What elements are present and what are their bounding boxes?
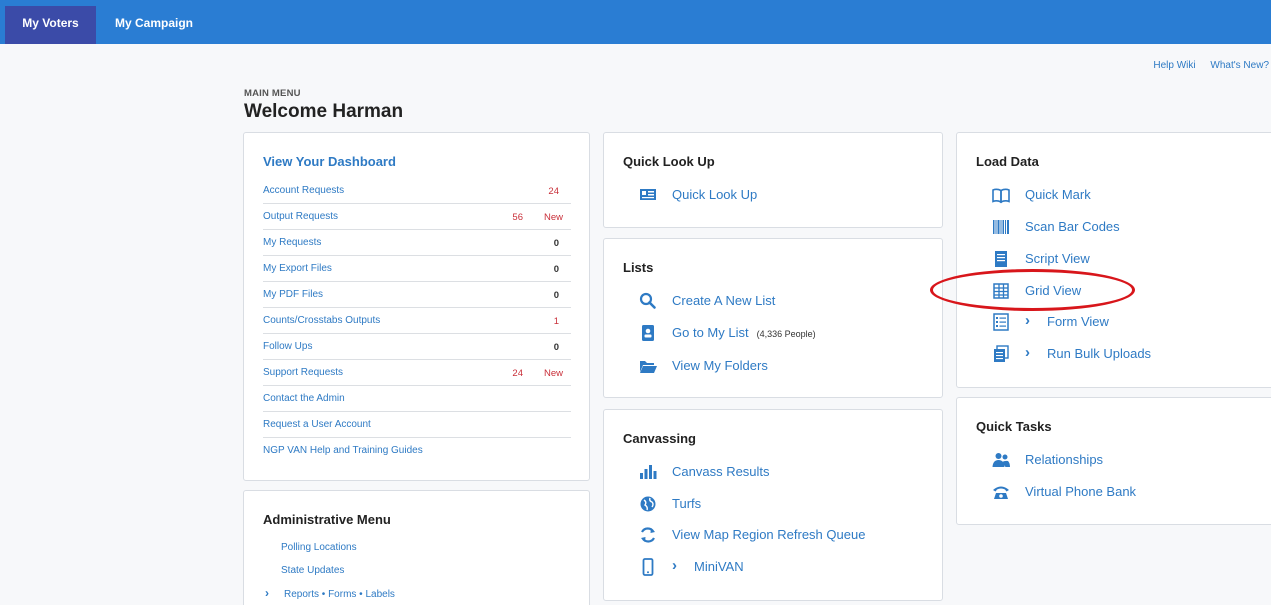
tab-my-campaign[interactable]: My Campaign [115,6,193,44]
barcode-icon [993,220,1009,234]
telephone-icon [993,486,1009,499]
dashboard-row[interactable]: NGP VAN Help and Training Guides [263,438,571,464]
form-list-icon [993,313,1009,331]
section-label: MAIN MENU [244,88,301,99]
people-icon [992,453,1010,467]
tab-my-voters[interactable]: My Voters [5,6,96,44]
relationships-link: Relationships [1025,452,1104,467]
chevron-right-icon: › [1025,312,1030,329]
load-data-card: Load Data Quick Mark Scan Bar Codes Scri… [956,132,1271,388]
open-book-icon [992,188,1010,204]
dashboard-row-count: 0 [553,238,559,249]
bar-chart-icon [640,465,657,479]
dashboard-row-count: 0 [553,290,559,301]
go-to-my-list-link: Go to My List (4,336 People) [672,325,816,340]
dashboard-row[interactable]: Support Requests 24 New [263,360,571,386]
dashboard-row-count: 56 [512,212,523,223]
dashboard-row[interactable]: My Requests 0 [263,230,571,256]
form-view-link: Form View [1047,314,1109,329]
scan-bar-codes-link: Scan Bar Codes [1025,219,1120,234]
load-data-title: Load Data [976,154,1039,169]
dashboard-row-label: Follow Ups [263,341,313,352]
dashboard-row-label: NGP VAN Help and Training Guides [263,445,423,456]
refresh-icon [641,527,655,543]
dashboard-row-label: Account Requests [263,185,345,196]
quick-lookup-link: Quick Look Up [672,187,758,202]
new-badge: New [543,212,563,223]
help-links: Help Wiki What's New? [1141,60,1269,71]
list-count-note: (4,336 People) [756,329,816,339]
dashboard-row-count: 24 [548,186,559,197]
virtual-phone-bank-link: Virtual Phone Bank [1025,484,1137,499]
id-badge-icon [642,325,654,341]
dashboard-row-label: Support Requests [263,367,344,378]
chevron-right-icon: › [1025,344,1030,361]
dashboard-row-label: Contact the Admin [263,393,345,404]
go-to-my-list-label: Go to My List [672,325,749,340]
new-badge: New [543,368,563,379]
dashboard-row[interactable]: Request a User Account [263,412,571,438]
lists-title: Lists [623,260,654,275]
lists-card: Lists Create A New List Go to My List (4,… [603,238,943,398]
dashboard-row[interactable]: Account Requests 24 [263,178,571,204]
dashboard-row-label: My Export Files [263,263,332,274]
create-new-list-link: Create A New List [672,293,776,308]
map-refresh-queue-link: View Map Region Refresh Queue [672,527,866,542]
dashboard-row[interactable]: Output Requests 56 New [263,204,571,230]
quick-tasks-card: Quick Tasks Relationships Virtual Phone … [956,397,1271,525]
view-my-folders-link: View My Folders [672,358,768,373]
dashboard-row[interactable]: My Export Files 0 [263,256,571,282]
quick-lookup-card: Quick Look Up Quick Look Up [603,132,943,228]
reports-forms-labels-link[interactable]: Reports • Forms • Labels [284,589,395,600]
turfs-link: Turfs [672,496,702,511]
run-bulk-uploads-link: Run Bulk Uploads [1047,346,1152,361]
top-nav-bar: My Voters My Campaign [0,0,1271,44]
quick-lookup-title: Quick Look Up [623,154,715,169]
dashboard-row-label: Counts/Crosstabs Outputs [263,315,381,326]
dashboard-row-count: 1 [553,316,559,327]
annotation-highlight-oval [930,269,1135,311]
mobile-phone-icon [642,558,654,576]
dashboard-card: View Your Dashboard Account Requests 24 … [243,132,590,481]
dashboard-row-count: 24 [512,368,523,379]
canvassing-card: Canvassing Canvass Results Turfs View Ma… [603,409,943,601]
minivan-link: MiniVAN [694,559,744,574]
chevron-right-icon: › [672,557,677,574]
folder-open-icon [640,361,657,373]
dashboard-row-count: 0 [553,342,559,353]
search-icon [639,292,656,309]
dashboard-row[interactable]: Follow Ups 0 [263,334,571,360]
view-dashboard-link[interactable]: View Your Dashboard [263,154,396,169]
globe-icon [640,496,656,512]
state-updates-link[interactable]: State Updates [281,565,344,576]
chevron-right-icon[interactable]: › [265,586,269,600]
quick-mark-link: Quick Mark [1025,187,1091,202]
page-title: Welcome Harman [244,101,404,122]
canvass-results-link: Canvass Results [672,464,770,479]
bulk-upload-icon [994,345,1009,362]
dashboard-row[interactable]: My PDF Files 0 [263,282,571,308]
canvassing-title: Canvassing [623,431,696,446]
document-icon [995,251,1007,267]
dashboard-row-label: My PDF Files [263,289,323,300]
dashboard-row-label: Request a User Account [263,419,371,430]
dashboard-row-count: 0 [553,264,559,275]
admin-menu-card: Administrative Menu Polling Locations St… [243,490,590,605]
help-wiki-link[interactable]: Help Wiki [1153,60,1195,71]
quick-tasks-title: Quick Tasks [976,419,1052,434]
script-view-link: Script View [1025,251,1090,266]
dashboard-row-label: My Requests [263,237,322,248]
admin-menu-title: Administrative Menu [263,512,391,527]
dashboard-row[interactable]: Counts/Crosstabs Outputs 1 [263,308,571,334]
dashboard-row[interactable]: Contact the Admin [263,386,571,412]
whats-new-link[interactable]: What's New? [1210,60,1269,71]
id-card-icon [640,189,656,200]
dashboard-row-label: Output Requests [263,211,339,222]
polling-locations-link[interactable]: Polling Locations [281,542,357,553]
